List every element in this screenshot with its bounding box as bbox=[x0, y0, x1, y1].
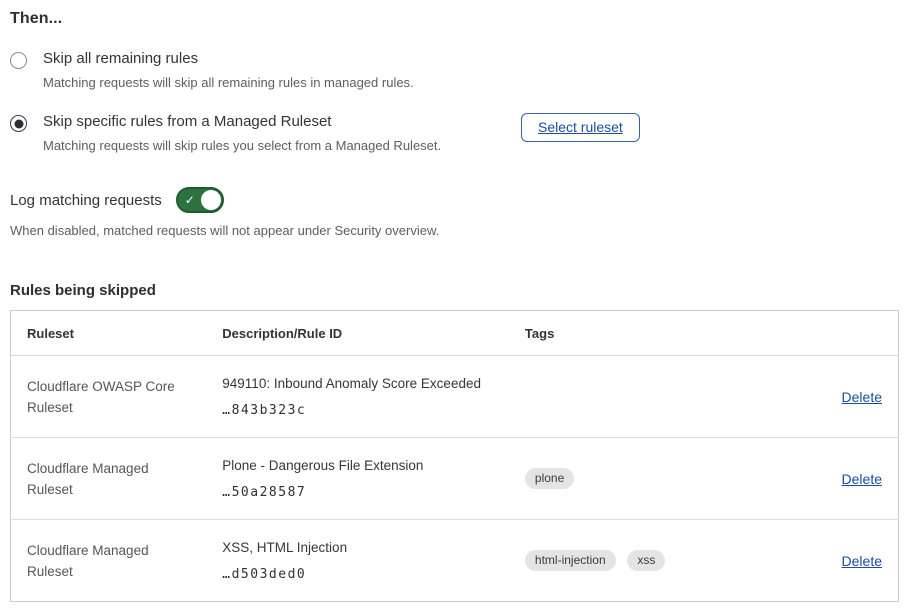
toggle-knob bbox=[201, 190, 221, 210]
actions-cell: Delete bbox=[749, 438, 899, 520]
actions-cell: Delete bbox=[749, 356, 899, 438]
table-row: Cloudflare OWASP Core Ruleset 949110: In… bbox=[11, 356, 899, 438]
ruleset-cell: Cloudflare Managed Ruleset bbox=[11, 520, 207, 602]
check-icon: ✓ bbox=[185, 194, 195, 206]
rules-being-skipped-heading: Rules being skipped bbox=[10, 282, 899, 299]
delete-link[interactable]: Delete bbox=[842, 389, 882, 405]
table-header-row: Ruleset Description/Rule ID Tags bbox=[11, 311, 899, 356]
select-ruleset-button[interactable]: Select ruleset bbox=[521, 113, 640, 142]
option-description: Matching requests will skip rules you se… bbox=[43, 138, 505, 154]
delete-link[interactable]: Delete bbox=[842, 471, 882, 487]
rule-description: 949110: Inbound Anomaly Score Exceeded bbox=[222, 375, 493, 392]
column-header-ruleset: Ruleset bbox=[11, 311, 207, 356]
description-cell: 949110: Inbound Anomaly Score Exceeded …… bbox=[206, 356, 509, 438]
then-heading: Then... bbox=[10, 10, 899, 28]
skip-rules-panel: Then... Skip all remaining rules Matchin… bbox=[0, 0, 911, 602]
log-matching-requests-toggle[interactable]: ✓ bbox=[176, 187, 224, 213]
tags-cell: plone bbox=[509, 438, 749, 520]
radio-skip-all-remaining[interactable] bbox=[10, 52, 27, 69]
rule-id: …843b323c bbox=[222, 403, 493, 418]
tag-pill: plone bbox=[525, 468, 574, 489]
log-matching-requests-row: Log matching requests ✓ bbox=[10, 187, 899, 213]
delete-link[interactable]: Delete bbox=[842, 553, 882, 569]
ruleset-cell: Cloudflare Managed Ruleset bbox=[11, 438, 207, 520]
rule-description: XSS, HTML Injection bbox=[222, 539, 493, 556]
option-text: Skip specific rules from a Managed Rules… bbox=[43, 113, 505, 154]
option-text: Skip all remaining rules Matching reques… bbox=[43, 50, 505, 91]
rules-being-skipped-table: Ruleset Description/Rule ID Tags Cloudfl… bbox=[10, 310, 899, 602]
tag-pill: xss bbox=[627, 550, 665, 571]
description-cell: XSS, HTML Injection …d503ded0 bbox=[206, 520, 509, 602]
rule-id: …d503ded0 bbox=[222, 567, 493, 582]
log-matching-requests-label: Log matching requests bbox=[10, 192, 162, 209]
option-label[interactable]: Skip specific rules from a Managed Rules… bbox=[43, 113, 505, 131]
tags-cell: html-injection xss bbox=[509, 520, 749, 602]
tag-pill: html-injection bbox=[525, 550, 616, 571]
tags-cell bbox=[509, 356, 749, 438]
option-label[interactable]: Skip all remaining rules bbox=[43, 50, 505, 68]
column-header-description-rule-id: Description/Rule ID bbox=[206, 311, 509, 356]
column-header-actions bbox=[749, 311, 899, 356]
option-skip-specific-rules: Skip specific rules from a Managed Rules… bbox=[10, 113, 899, 154]
description-cell: Plone - Dangerous File Extension …50a285… bbox=[206, 438, 509, 520]
ruleset-cell: Cloudflare OWASP Core Ruleset bbox=[11, 356, 207, 438]
option-skip-all-remaining: Skip all remaining rules Matching reques… bbox=[10, 50, 899, 91]
option-description: Matching requests will skip all remainin… bbox=[43, 75, 505, 91]
table-row: Cloudflare Managed Ruleset Plone - Dange… bbox=[11, 438, 899, 520]
log-matching-requests-description: When disabled, matched requests will not… bbox=[10, 223, 899, 238]
actions-cell: Delete bbox=[749, 520, 899, 602]
table-row: Cloudflare Managed Ruleset XSS, HTML Inj… bbox=[11, 520, 899, 602]
radio-skip-specific-rules[interactable] bbox=[10, 115, 27, 132]
rule-description: Plone - Dangerous File Extension bbox=[222, 457, 493, 474]
column-header-tags: Tags bbox=[509, 311, 749, 356]
rule-id: …50a28587 bbox=[222, 485, 493, 500]
